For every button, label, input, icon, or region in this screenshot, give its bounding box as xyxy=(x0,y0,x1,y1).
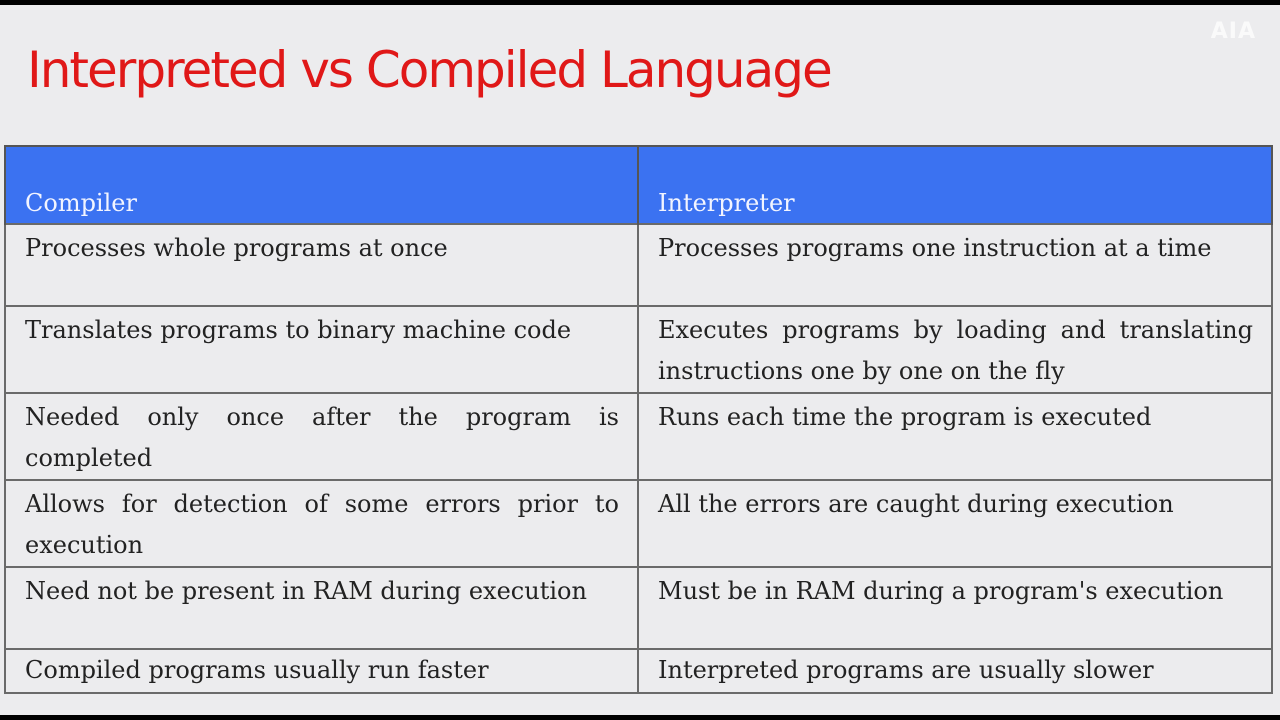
channel-watermark-logo: AIA xyxy=(1210,19,1256,44)
table-row: Translates programs to binary machine co… xyxy=(4,305,1273,394)
slide: AIA Interpreted vs Compiled Language Com… xyxy=(0,5,1280,715)
compiler-cell: Need not be present in RAM during execut… xyxy=(4,566,639,650)
table-row: Processes whole programs at once Process… xyxy=(4,223,1273,307)
table-header-row: Compiler Interpreter xyxy=(4,145,1273,224)
interpreter-cell: Executes programs by loading and transla… xyxy=(637,305,1273,394)
compiler-cell: Compiled programs usually run faster xyxy=(4,648,639,694)
header-interpreter: Interpreter xyxy=(637,145,1273,224)
interpreter-cell: Must be in RAM during a program's execut… xyxy=(637,566,1273,650)
compiler-cell: Needed only once after the program is co… xyxy=(4,392,639,481)
interpreter-cell: Interpreted programs are usually slower xyxy=(637,648,1273,694)
interpreter-cell: All the errors are caught during executi… xyxy=(637,479,1273,568)
comparison-table: Compiler Interpreter Processes whole pro… xyxy=(4,145,1273,694)
compiler-cell: Allows for detection of some errors prio… xyxy=(4,479,639,568)
table-row: Compiled programs usually run faster Int… xyxy=(4,648,1273,694)
slide-title: Interpreted vs Compiled Language xyxy=(27,41,833,99)
compiler-cell: Translates programs to binary machine co… xyxy=(4,305,639,394)
table-row: Need not be present in RAM during execut… xyxy=(4,566,1273,650)
header-compiler: Compiler xyxy=(4,145,639,224)
table-row: Needed only once after the program is co… xyxy=(4,392,1273,481)
compiler-cell: Processes whole programs at once xyxy=(4,223,639,307)
table-row: Allows for detection of some errors prio… xyxy=(4,479,1273,568)
interpreter-cell: Processes programs one instruction at a … xyxy=(637,223,1273,307)
interpreter-cell: Runs each time the program is executed xyxy=(637,392,1273,481)
